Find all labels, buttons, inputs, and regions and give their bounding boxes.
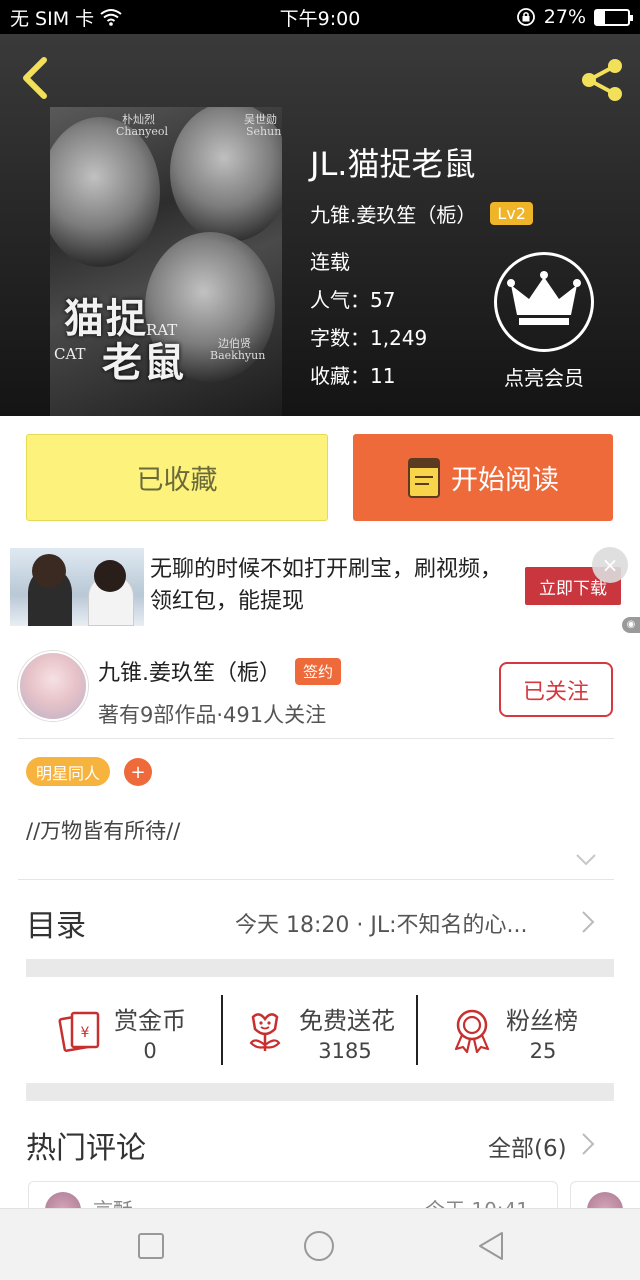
recents-icon[interactable] bbox=[134, 1229, 168, 1263]
cover-title: 猫捉 老鼠 bbox=[64, 295, 186, 386]
followed-button[interactable]: 已关注 bbox=[499, 662, 613, 717]
book-favorites: 收藏：11 bbox=[310, 364, 396, 388]
stat-name: 赏金币 bbox=[114, 1007, 186, 1035]
hot-comments-label: 热门评论 bbox=[26, 1131, 146, 1166]
medal-icon bbox=[454, 1009, 490, 1053]
author-meta: 著有9部作品·491人关注 bbox=[98, 703, 327, 727]
vip-crown-button[interactable] bbox=[494, 252, 594, 352]
cover-en-cat: CAT bbox=[54, 345, 86, 363]
divider bbox=[221, 995, 223, 1065]
stat-value: 0 bbox=[143, 1039, 157, 1063]
share-icon[interactable] bbox=[578, 56, 626, 104]
stat-name: 免费送花 bbox=[299, 1007, 395, 1035]
book-word-count: 字数：1,249 bbox=[310, 326, 428, 350]
book-title: JL.猫捉老鼠 bbox=[310, 145, 476, 183]
free-flowers-button[interactable]: 免费送花 3185 bbox=[243, 995, 413, 1069]
stat-value: 3185 bbox=[318, 1039, 372, 1063]
genre-tag[interactable]: 明星同人 bbox=[26, 757, 111, 786]
section-separator bbox=[26, 1083, 614, 1101]
all-comments-label: 全部(6) bbox=[488, 1136, 567, 1162]
book-author: 九锥.姜玖笙（栀） bbox=[310, 203, 477, 227]
vip-label[interactable]: 点亮会员 bbox=[486, 362, 602, 391]
author-avatar[interactable] bbox=[18, 651, 88, 721]
start-reading-button[interactable]: 开始阅读 bbox=[353, 434, 613, 521]
ad-close-icon[interactable]: × bbox=[592, 547, 628, 583]
level-badge: Lv2 bbox=[490, 202, 533, 225]
back-nav-icon[interactable] bbox=[474, 1229, 508, 1263]
author-name: 九锥.姜玖笙（栀） bbox=[98, 661, 281, 686]
battery-icon bbox=[594, 8, 633, 26]
book-icon bbox=[408, 457, 440, 498]
stat-name: 粉丝榜 bbox=[506, 1007, 578, 1035]
book-header: 朴灿烈 Chanyeol 吴世勋 Sehun 边伯贤 Baekhyun 猫捉 老… bbox=[0, 34, 640, 416]
cover-en-rat: RAT bbox=[146, 321, 178, 339]
system-nav-bar bbox=[0, 1208, 640, 1280]
flower-icon bbox=[249, 1013, 281, 1051]
back-arrow-icon[interactable] bbox=[18, 56, 54, 100]
reward-coins-button[interactable]: ¥ 赏金币 0 bbox=[58, 995, 208, 1069]
ad-banner[interactable]: 无聊的时候不如打开刷宝，刷视频，领红包，能提现 立即下载 bbox=[0, 540, 640, 633]
carrier-label: 无 SIM 卡 bbox=[10, 7, 95, 30]
book-popularity: 人气：57 bbox=[310, 288, 396, 312]
chevron-right-icon bbox=[582, 1133, 595, 1155]
divider bbox=[416, 995, 418, 1065]
status-bar: 无 SIM 卡 下午9:00 27% bbox=[0, 0, 640, 34]
collected-label: 已收藏 bbox=[136, 465, 218, 496]
home-icon[interactable] bbox=[302, 1229, 336, 1263]
battery-percent: 27% bbox=[543, 6, 586, 28]
cover-name-2-en: Sehun bbox=[246, 125, 282, 138]
chevron-right-icon bbox=[582, 911, 595, 933]
start-reading-label: 开始阅读 bbox=[451, 465, 559, 496]
ad-image bbox=[10, 548, 144, 626]
author-name-row[interactable]: 九锥.姜玖笙（栀） 签约 bbox=[98, 655, 342, 687]
chevron-down-icon[interactable] bbox=[575, 853, 597, 867]
toc-latest-chapter: 今天 18:20 · JL:不知名的心... bbox=[235, 913, 528, 938]
wifi-icon bbox=[100, 9, 122, 26]
red-envelope-icon: ¥ bbox=[58, 1011, 100, 1052]
action-bar: 已收藏 开始阅读 bbox=[0, 416, 640, 540]
collected-button[interactable]: 已收藏 bbox=[26, 434, 328, 521]
toc-label: 目录 bbox=[26, 909, 86, 944]
divider bbox=[18, 738, 614, 739]
cover-name-1-en: Chanyeol bbox=[116, 125, 169, 138]
ad-marker-icon: ◉ bbox=[622, 617, 640, 633]
book-cover[interactable]: 朴灿烈 Chanyeol 吴世勋 Sehun 边伯贤 Baekhyun 猫捉 老… bbox=[50, 107, 282, 416]
book-author-row[interactable]: 九锥.姜玖笙（栀） Lv2 bbox=[310, 199, 533, 228]
divider bbox=[18, 879, 614, 880]
add-tag-button[interactable]: + bbox=[124, 758, 152, 786]
detail-content: 九锥.姜玖笙（栀） 签约 著有9部作品·491人关注 已关注 明星同人 + //… bbox=[0, 633, 640, 1221]
book-intro: //万物皆有所待// bbox=[26, 819, 181, 843]
fan-ranking-button[interactable]: 粉丝榜 25 bbox=[450, 995, 600, 1069]
signed-badge: 签约 bbox=[295, 657, 342, 685]
crown-icon bbox=[507, 271, 581, 325]
stat-value: 25 bbox=[529, 1039, 557, 1063]
svg-text:¥: ¥ bbox=[81, 1025, 90, 1041]
ad-text: 无聊的时候不如打开刷宝，刷视频，领红包，能提现 bbox=[150, 557, 503, 614]
book-status: 连载 bbox=[310, 250, 350, 274]
section-separator bbox=[26, 959, 614, 977]
rotation-lock-icon bbox=[516, 8, 535, 26]
